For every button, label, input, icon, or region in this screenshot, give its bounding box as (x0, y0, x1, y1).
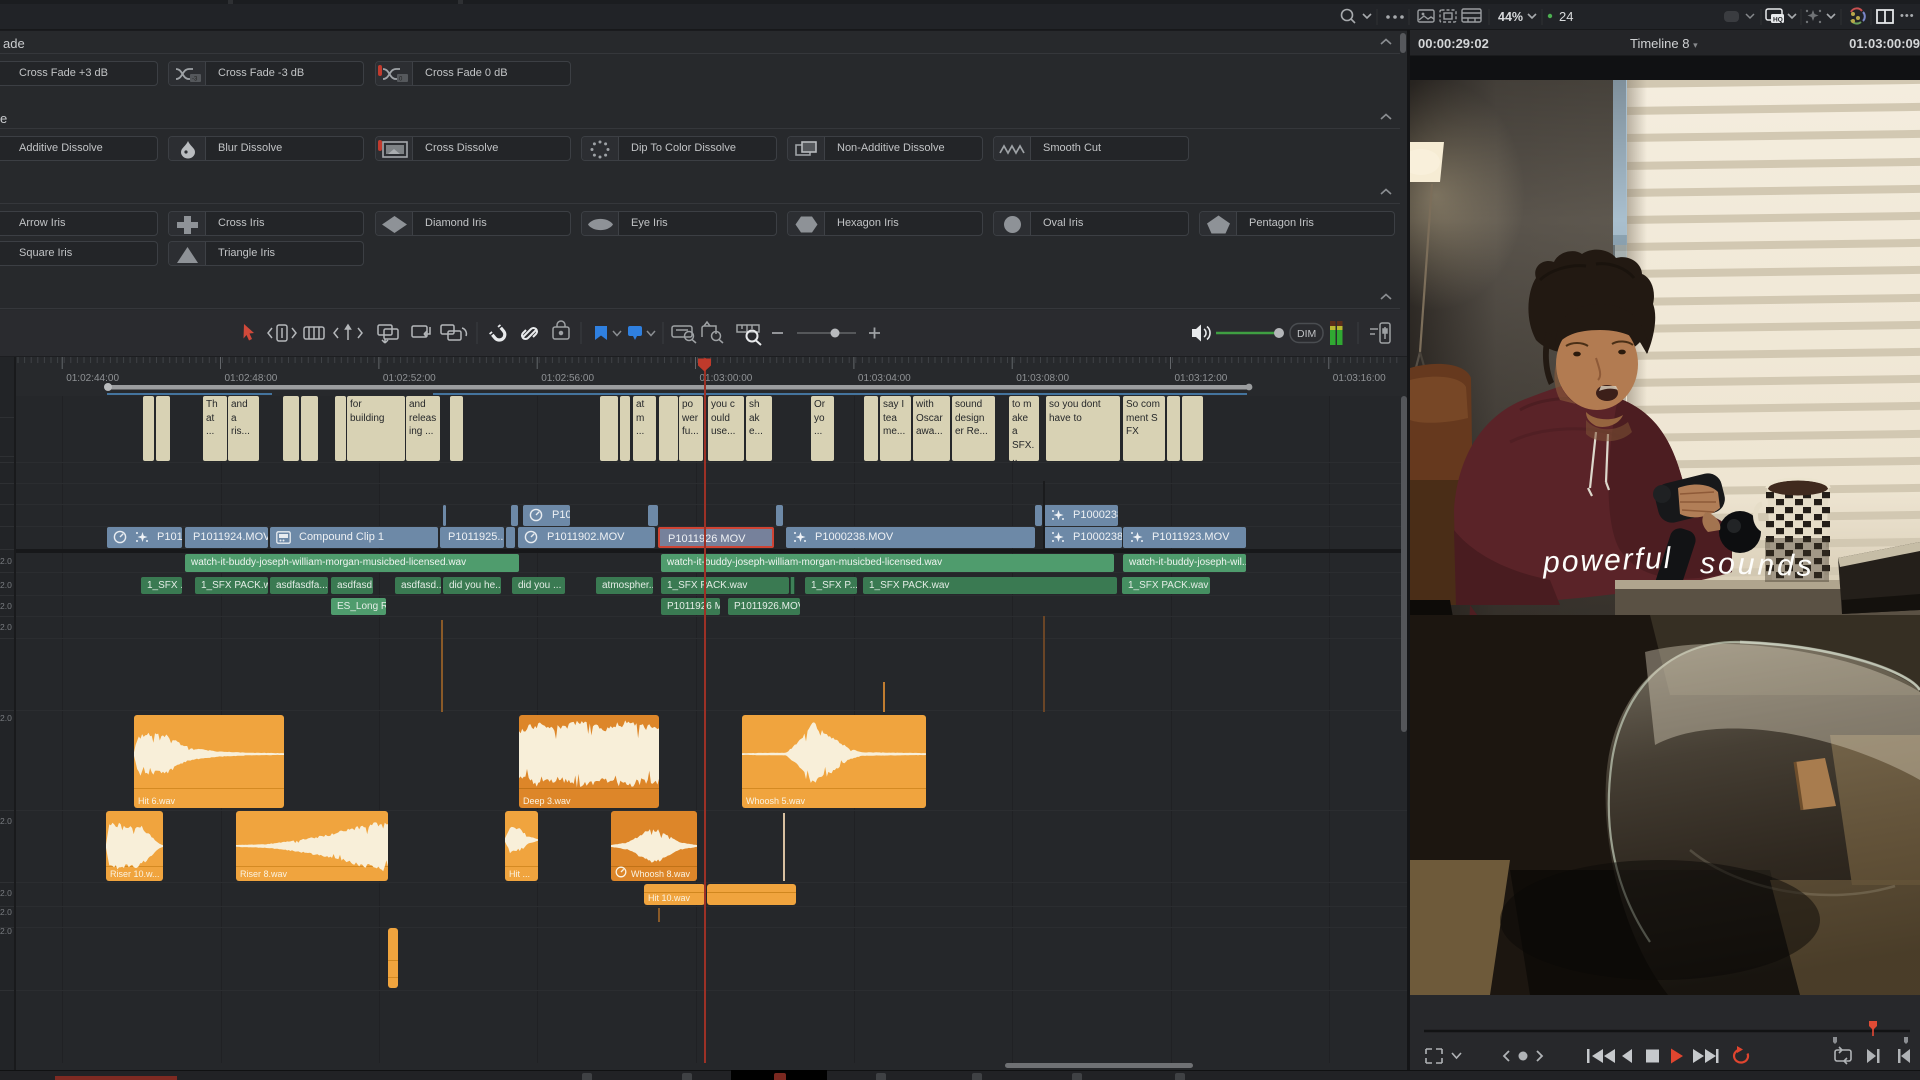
svg-text:powerful: powerful (1541, 542, 1672, 580)
svg-text:24: 24 (1559, 9, 1573, 24)
svg-text:sounds: sounds (1700, 547, 1816, 583)
svg-text:01:03:04:00: 01:03:04:00 (858, 373, 911, 384)
svg-text:01:03:12:00: 01:03:12:00 (1175, 373, 1228, 384)
svg-text:HQ: HQ (1773, 17, 1783, 24)
svg-text:01:02:52:00: 01:02:52:00 (383, 373, 436, 384)
svg-text:01:03:08:00: 01:03:08:00 (1016, 373, 1069, 384)
svg-text:01:03:00:00: 01:03:00:00 (700, 373, 753, 384)
svg-text:01:03:16:00: 01:03:16:00 (1333, 373, 1386, 384)
svg-text:-3: -3 (192, 77, 198, 83)
svg-text:01:02:48:00: 01:02:48:00 (225, 373, 278, 384)
svg-text:01:02:44:00: 01:02:44:00 (66, 373, 119, 384)
svg-text:DIM: DIM (1297, 328, 1316, 340)
svg-text:01:02:56:00: 01:02:56:00 (541, 373, 594, 384)
svg-text:44%: 44% (1498, 10, 1523, 24)
